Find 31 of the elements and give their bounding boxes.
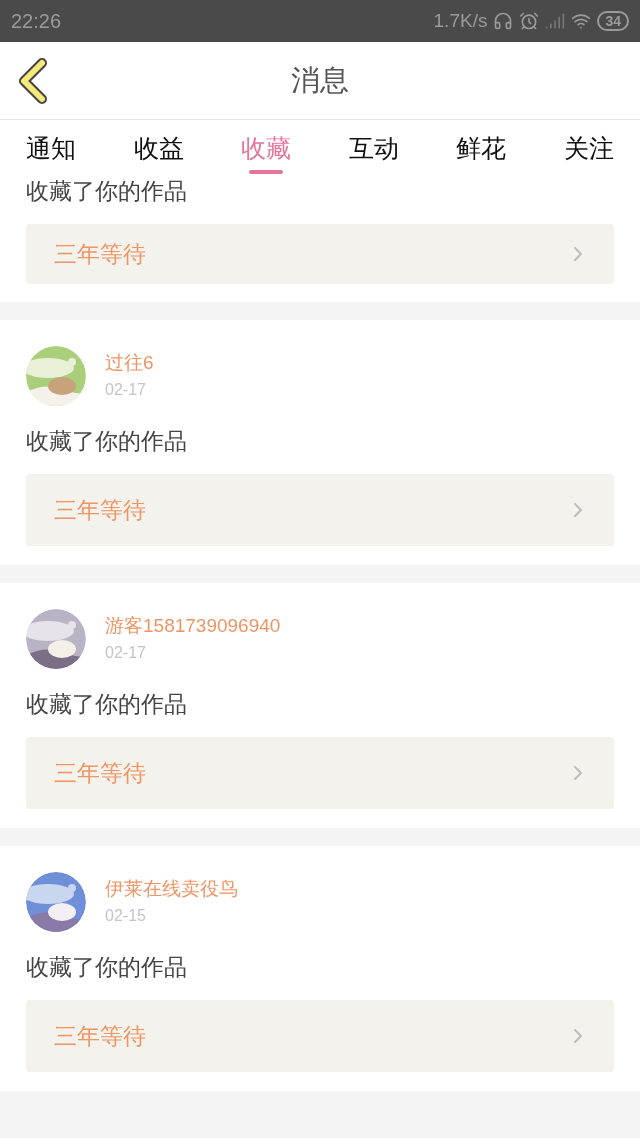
message-text: 收藏了你的作品	[26, 953, 188, 982]
user-name[interactable]: 过往6	[105, 351, 154, 375]
alarm-icon	[519, 11, 540, 31]
tab[interactable]: 通知	[26, 120, 76, 176]
date: 02-15	[105, 906, 147, 926]
battery-level: 34	[597, 11, 629, 31]
tab[interactable]: 收藏	[241, 120, 292, 176]
tab[interactable]: 关注	[563, 120, 614, 176]
tab[interactable]: 鲜花	[456, 120, 507, 176]
signal-icon	[545, 11, 566, 31]
headphones-icon	[493, 11, 514, 31]
work-link[interactable]: 三年等待	[26, 224, 614, 284]
message-text: 收藏了你的作品	[26, 427, 188, 456]
message-text: 收藏了你的作品	[26, 177, 188, 206]
page-title: 消息	[291, 62, 349, 98]
tab[interactable]: 互动	[348, 120, 399, 176]
tab[interactable]: 收益	[133, 120, 184, 176]
user-name[interactable]: 游客1581739096940	[105, 614, 281, 638]
date: 02-17	[105, 380, 147, 400]
wifi-icon	[571, 11, 592, 31]
network-speed: 1.7K/s	[433, 8, 488, 33]
clock: 22:26	[11, 9, 62, 34]
work-link[interactable]: 三年等待	[26, 474, 614, 546]
user-name[interactable]: 伊莱在线卖役鸟	[105, 877, 238, 901]
message-text: 收藏了你的作品	[26, 690, 188, 719]
tab-indicator	[249, 170, 284, 174]
work-link[interactable]: 三年等待	[26, 737, 614, 809]
back-button[interactable]	[16, 58, 50, 104]
back-icon	[16, 58, 50, 104]
date: 02-17	[105, 643, 147, 663]
work-link[interactable]: 三年等待	[26, 1000, 614, 1072]
